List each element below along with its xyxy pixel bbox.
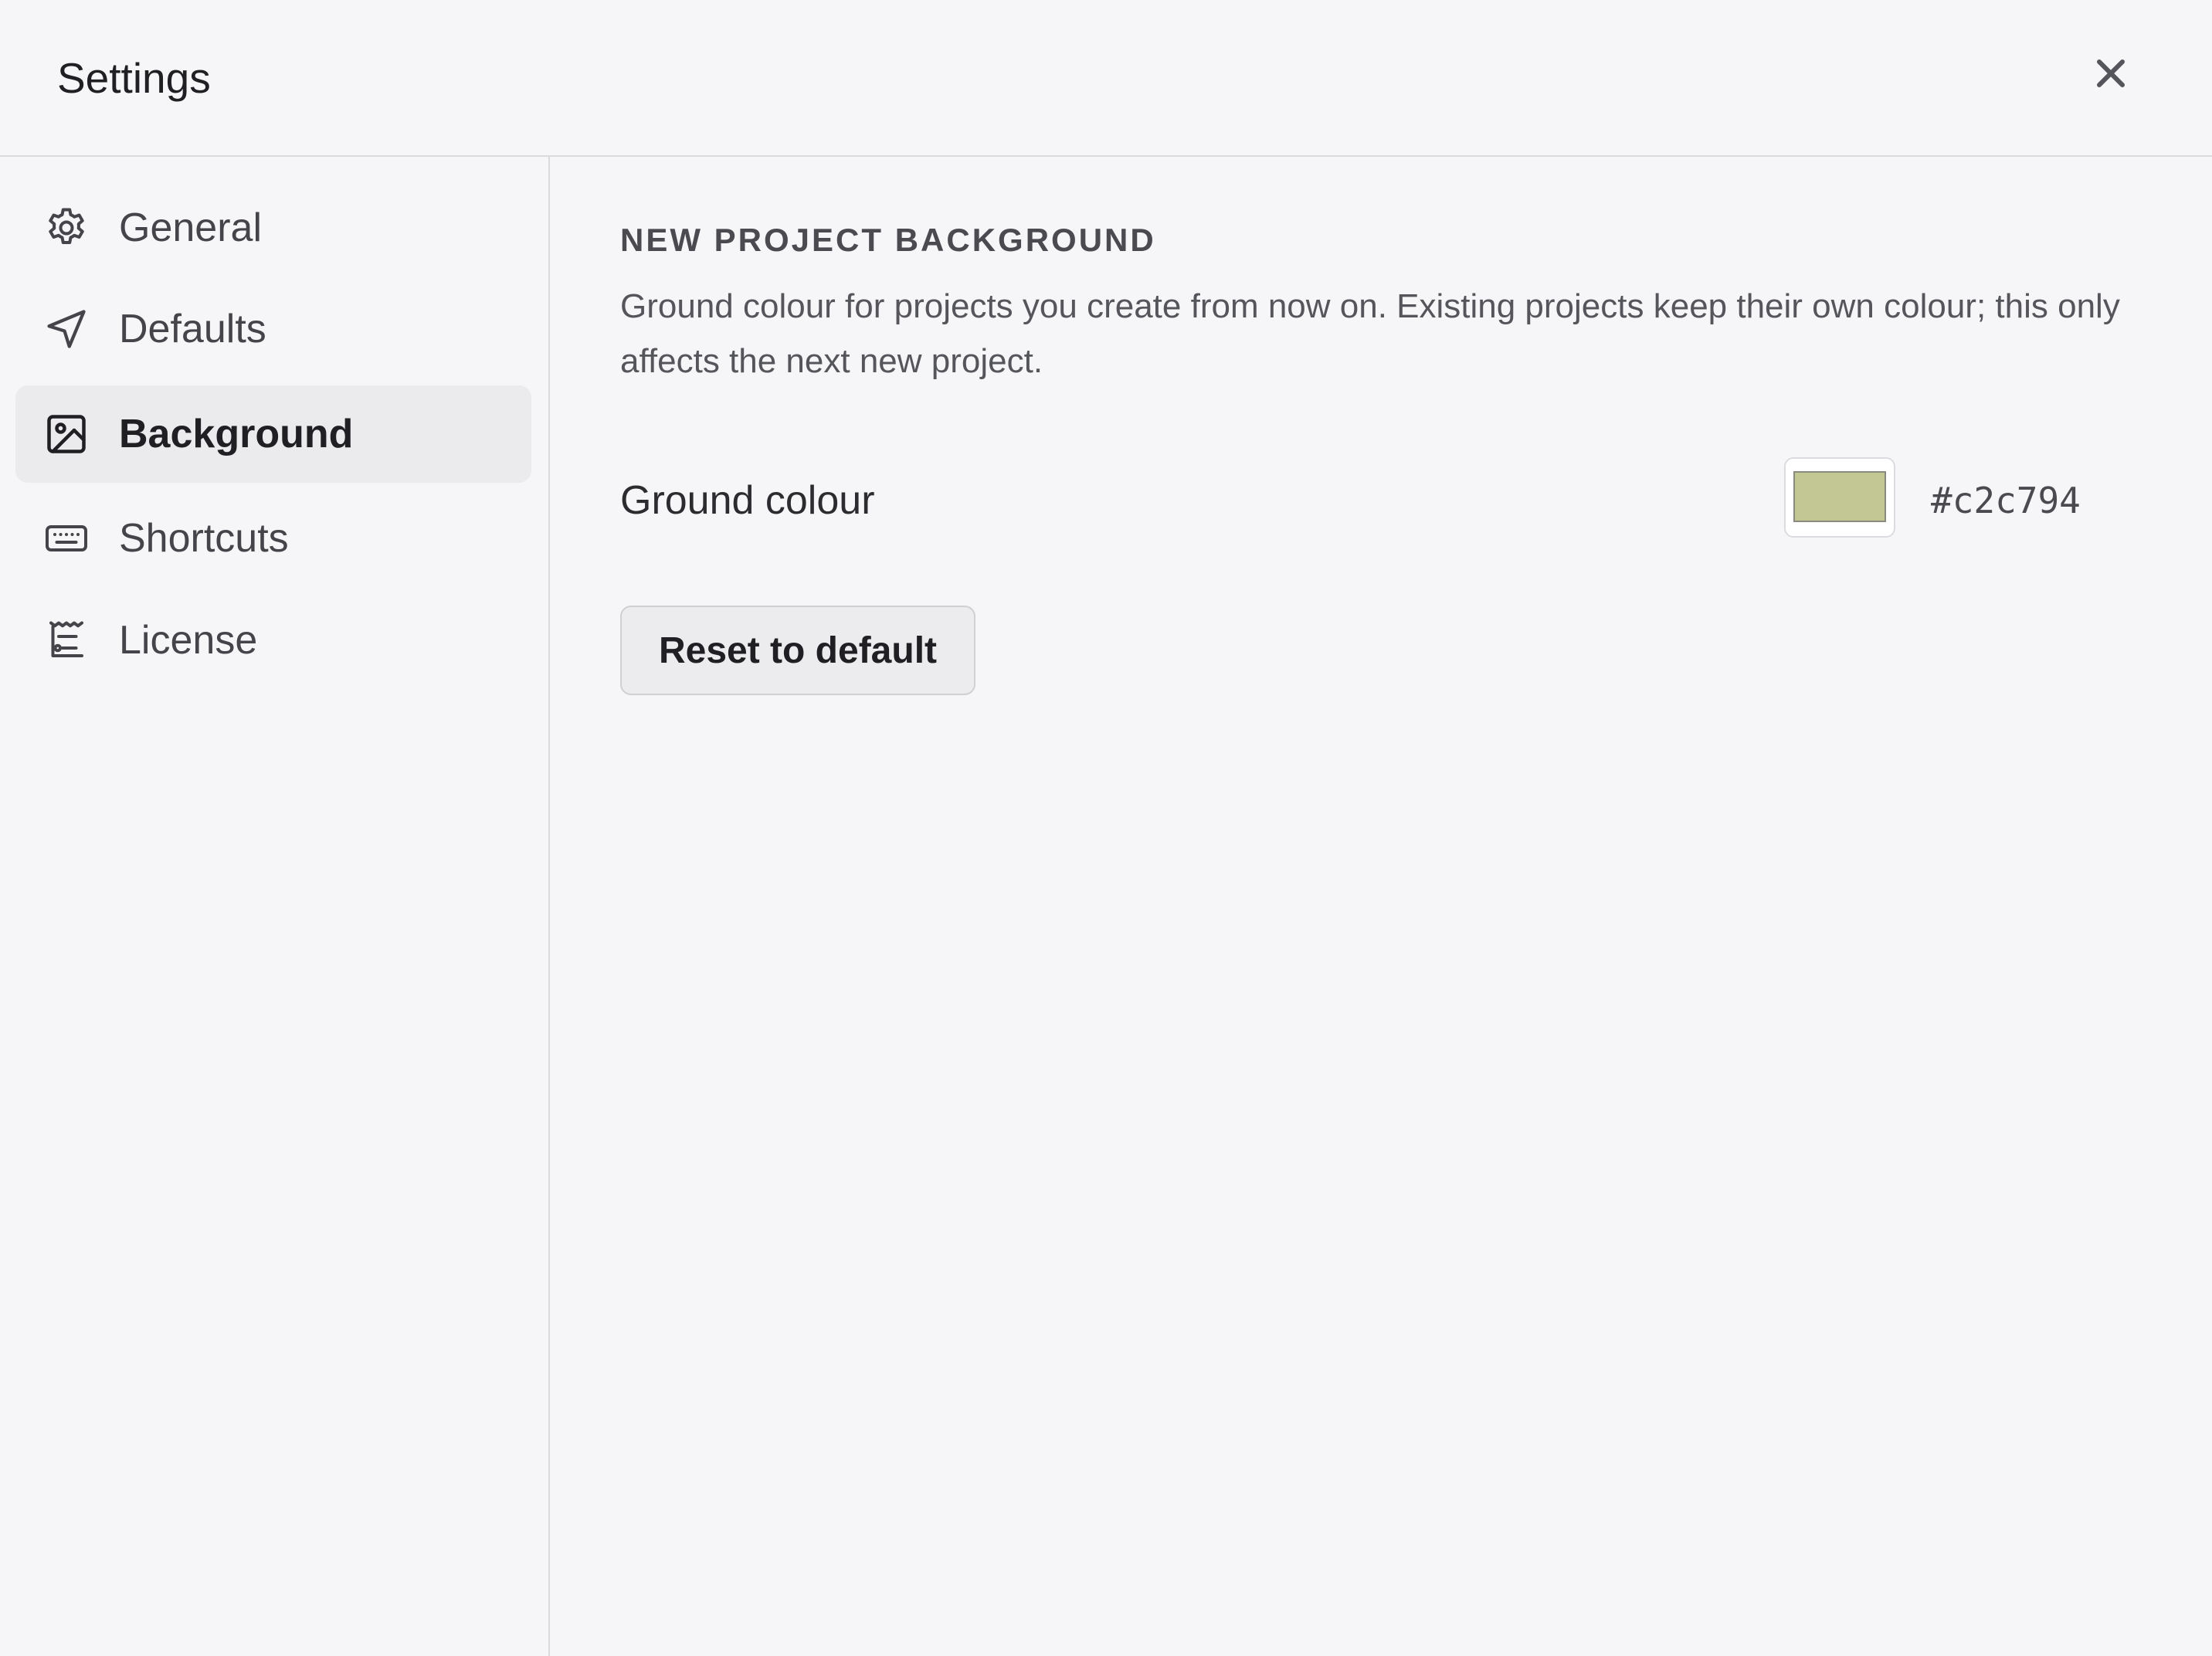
sidebar: General Defaults Background Shortcuts Li… [0, 157, 550, 1656]
settings-window: Settings General Defaults Background Sho… [0, 0, 2212, 1656]
close-button[interactable] [2088, 51, 2133, 96]
sidebar-item-defaults[interactable]: Defaults [15, 280, 531, 378]
reset-to-default-button[interactable]: Reset to default [620, 606, 975, 695]
main-content: NEW PROJECT BACKGROUND Ground colour for… [550, 157, 2212, 1656]
section-title: NEW PROJECT BACKGROUND [620, 222, 1156, 258]
colour-picker-button[interactable] [1784, 457, 1895, 538]
sidebar-item-shortcuts[interactable]: Shortcuts [15, 490, 531, 587]
colour-swatch [1793, 471, 1886, 522]
sidebar-item-label: Background [119, 412, 354, 456]
license-icon [43, 617, 90, 663]
hex-value: #c2c794 [1931, 480, 2081, 521]
sidebar-item-license[interactable]: License [15, 592, 531, 689]
gear-icon [43, 205, 90, 251]
sidebar-item-general[interactable]: General [15, 179, 531, 277]
sidebar-item-label: Defaults [119, 307, 266, 351]
close-icon [2097, 59, 2125, 87]
sidebar-item-label: General [119, 205, 262, 250]
window-title: Settings [57, 54, 211, 102]
image-icon [43, 411, 90, 457]
title-bar: Settings [0, 0, 2212, 157]
section-description: Ground colour for projects you create fr… [620, 287, 2120, 380]
sidebar-item-label: Shortcuts [119, 516, 289, 561]
keyboard-icon [43, 515, 90, 562]
sidebar-item-label: License [119, 618, 258, 663]
send-icon [43, 306, 90, 352]
ground-colour-label: Ground colour [620, 478, 875, 523]
sidebar-item-background[interactable]: Background [15, 385, 531, 483]
